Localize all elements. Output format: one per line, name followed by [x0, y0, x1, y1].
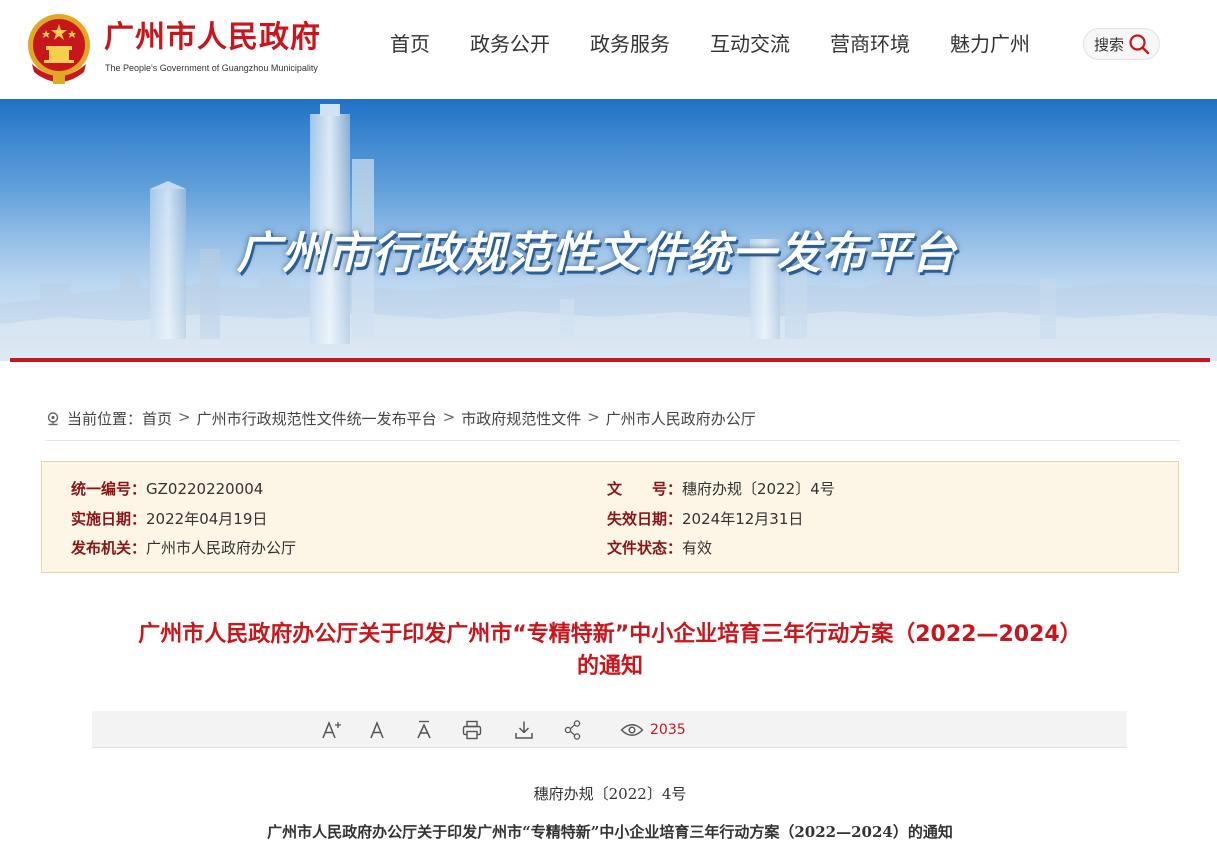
document-title-line1: 广州市人民政府办公厅关于印发广州市“专精特新”中小企业培育三年行动方案（2022…: [138, 622, 1082, 647]
info-serial-label: 统一编号：: [71, 480, 147, 498]
info-expiry-value: 2024年12月31日: [682, 510, 804, 528]
main-content: 当前位置： 首页 > 广州市行政规范性文件统一发布平台 > 市政府规范性文件 >…: [10, 362, 1210, 862]
font-increase-icon: [322, 720, 341, 739]
search-label: 搜索: [1094, 35, 1125, 54]
info-doc-number-value: 穗府办规〔2022〕4号: [682, 480, 835, 498]
breadcrumb: 当前位置： 首页 > 广州市行政规范性文件统一发布平台 > 市政府规范性文件 >…: [45, 408, 1180, 441]
share-button[interactable]: [563, 719, 583, 741]
document-title: 广州市人民政府办公厅关于印发广州市“专精特新”中小企业培育三年行动方案（2022…: [70, 619, 1150, 683]
document-info-box: 统一编号：GZ0220220004 文 号：穗府办规〔2022〕4号 实施日期：…: [41, 461, 1179, 573]
info-doc-number-label: 文 号：: [607, 480, 683, 498]
breadcrumb-link-platform[interactable]: 广州市行政规范性文件统一发布平台: [197, 408, 437, 429]
site-header: 广州市人民政府 The People's Government of Guang…: [0, 0, 1217, 99]
nav-item-home[interactable]: 首页: [390, 31, 430, 57]
eye-icon: [620, 724, 644, 736]
document-number: 穗府办规〔2022〕4号: [533, 785, 687, 803]
breadcrumb-separator: >: [442, 408, 456, 426]
info-serial-value: GZ0220220004: [146, 480, 264, 498]
search-icon: [1129, 34, 1150, 55]
info-effective-value: 2022年04月19日: [146, 510, 268, 528]
info-effective-label: 实施日期：: [71, 510, 147, 528]
site-subtitle: The People's Government of Guangzhou Mun…: [105, 63, 318, 73]
document-toolbar: 2035: [92, 711, 1127, 748]
info-expiry-label: 失效日期：: [607, 510, 683, 528]
info-effective-date: 实施日期：2022年04月19日: [71, 508, 267, 529]
view-counter: 2035: [620, 719, 686, 741]
nav-item-government-affairs[interactable]: 政务公开: [470, 31, 550, 57]
font-increase-button[interactable]: [320, 719, 344, 741]
download-icon: [515, 721, 533, 739]
info-status-value: 有效: [682, 539, 713, 557]
info-status-label: 文件状态：: [607, 539, 683, 557]
font-decrease-button[interactable]: [415, 719, 437, 741]
font-reset-icon: [370, 720, 384, 739]
font-decrease-icon: [417, 720, 431, 739]
info-issuer-value: 广州市人民政府办公厅: [146, 539, 297, 557]
print-button[interactable]: [461, 719, 483, 741]
info-status: 文件状态：有效: [607, 537, 712, 558]
breadcrumb-prefix: 当前位置：: [67, 410, 143, 428]
info-expiry-date: 失效日期：2024年12月31日: [607, 508, 803, 529]
site-title[interactable]: 广州市人民政府: [104, 20, 321, 56]
info-serial: 统一编号：GZ0220220004: [71, 478, 263, 499]
info-issuer: 发布机关：广州市人民政府办公厅: [71, 537, 296, 558]
download-button[interactable]: [513, 719, 535, 741]
breadcrumb-separator: >: [178, 408, 191, 426]
info-issuer-label: 发布机关：: [71, 539, 147, 557]
view-count: 2035: [650, 722, 686, 738]
font-reset-button[interactable]: [368, 719, 388, 741]
banner: 广州市行政规范性文件统一发布平台: [0, 99, 1217, 361]
location-pin-icon: [47, 412, 59, 426]
nav-item-business-environment[interactable]: 营商环境: [830, 31, 910, 57]
print-icon: [462, 720, 482, 740]
main-nav: 首页 政务公开 政务服务 互动交流 营商环境 魅力广州: [390, 31, 1030, 57]
document-title-line2: 的通知: [576, 654, 643, 679]
national-emblem-icon[interactable]: [24, 12, 94, 86]
share-icon: [564, 720, 581, 740]
info-doc-number: 文 号：穗府办规〔2022〕4号: [607, 478, 835, 499]
document-subtitle: 广州市人民政府办公厅关于印发广州市“专精特新”中小企业培育三年行动方案（2022…: [267, 823, 953, 841]
breadcrumb-separator: >: [587, 408, 600, 426]
search-button[interactable]: 搜索: [1083, 28, 1160, 60]
nav-item-interaction[interactable]: 互动交流: [710, 31, 790, 57]
nav-item-charm-guangzhou[interactable]: 魅力广州: [950, 31, 1030, 57]
banner-title: 广州市行政规范性文件统一发布平台: [236, 228, 957, 279]
breadcrumb-link-municipal-documents[interactable]: 市政府规范性文件: [461, 408, 581, 429]
nav-item-government-services[interactable]: 政务服务: [590, 31, 670, 57]
breadcrumb-link-home[interactable]: 首页: [142, 408, 172, 429]
breadcrumb-link-general-office[interactable]: 广州市人民政府办公厅: [606, 408, 756, 429]
